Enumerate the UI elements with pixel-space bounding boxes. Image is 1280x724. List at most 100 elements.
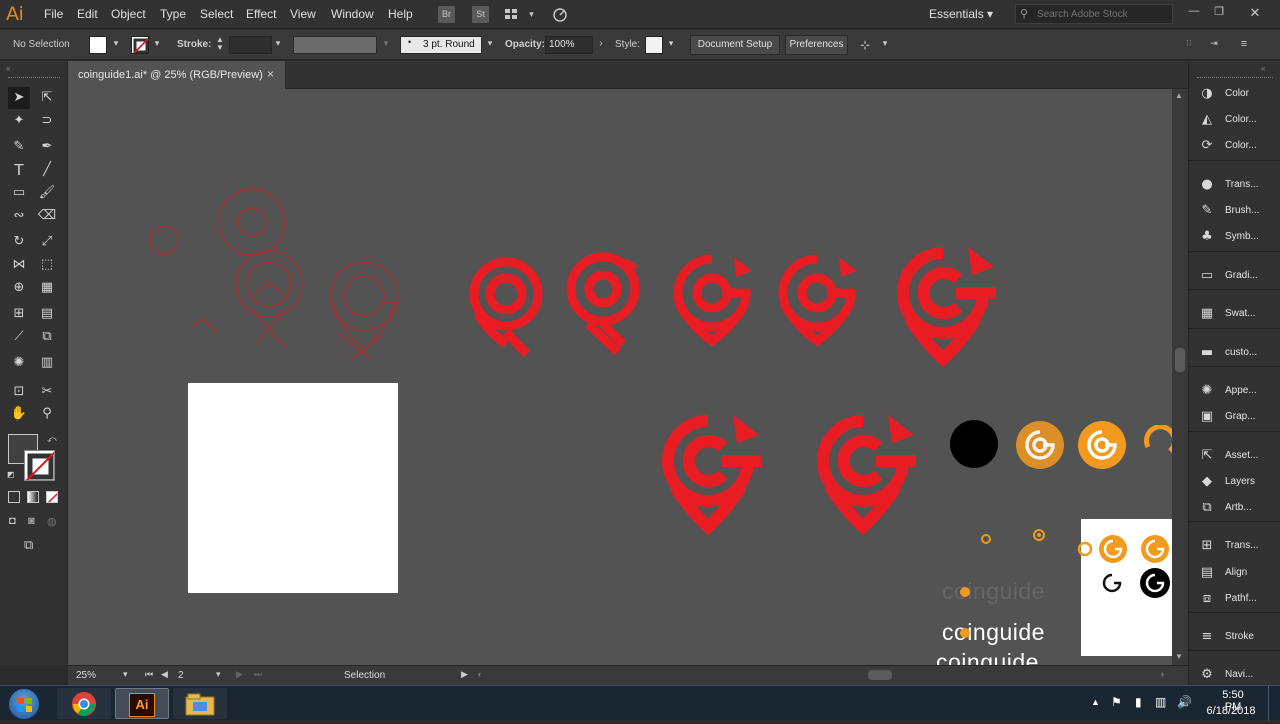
default-colors-icon[interactable]: ◩	[7, 470, 15, 479]
stroke-swatch[interactable]	[131, 36, 149, 54]
mesh-tool-icon[interactable]: ⊞	[8, 303, 30, 325]
panel-item-swatches[interactable]: ▦ Swat...	[1189, 302, 1280, 326]
scroll-left-icon[interactable]: ‹	[478, 669, 481, 679]
last-artboard-icon[interactable]: ⏭	[254, 669, 262, 680]
expand-panels-icon[interactable]: «	[1261, 64, 1265, 73]
artboard-small[interactable]	[1077, 519, 1172, 656]
opacity-field[interactable]: 100%	[545, 36, 593, 54]
symbol-sprayer-tool-icon[interactable]: ✺	[8, 352, 30, 374]
menu-window[interactable]: Window	[331, 7, 374, 21]
panel-item-pathfinder[interactable]: ⧈ Pathf...	[1189, 587, 1280, 611]
illustrator-taskbar-button[interactable]: Ai	[115, 688, 169, 719]
document-setup-button[interactable]: Document Setup	[690, 35, 780, 55]
rotate-tool-icon[interactable]: ↻	[8, 231, 30, 253]
network-icon[interactable]: ▥	[1155, 695, 1166, 709]
panel-item-asset-export[interactable]: ⇱ Asset...	[1189, 444, 1280, 468]
preferences-button[interactable]: Preferences	[785, 35, 848, 55]
artboard-tool-icon[interactable]: ⊡	[8, 381, 30, 403]
minimize-icon[interactable]: —	[1187, 5, 1201, 17]
shaper-tool-icon[interactable]: ∾	[8, 205, 30, 227]
scroll-right-icon[interactable]: ›	[1161, 669, 1164, 679]
control-menu-icon[interactable]: ≡	[1238, 38, 1250, 52]
draw-inside-icon[interactable]: ◍	[47, 515, 57, 528]
chrome-taskbar-button[interactable]	[57, 688, 111, 719]
fill-swatch[interactable]	[89, 36, 107, 54]
opacity-label[interactable]: Opacity:	[505, 39, 545, 50]
line-tool-icon[interactable]: ╱	[36, 159, 58, 181]
chevron-down-icon[interactable]: ▾	[151, 38, 163, 52]
scale-tool-icon[interactable]: ⤢	[36, 231, 58, 253]
panel-item-color-guide[interactable]: ◭ Color...	[1189, 108, 1280, 132]
collapse-arrows-icon[interactable]: «	[6, 64, 10, 73]
status-menu-icon[interactable]: ▶	[461, 669, 468, 680]
magic-wand-tool-icon[interactable]: ✦	[8, 110, 30, 132]
vertical-scroll-thumb[interactable]	[1175, 348, 1185, 372]
lasso-tool-icon[interactable]: ⊃	[36, 110, 58, 132]
bridge-button[interactable]: Br	[438, 6, 455, 23]
panel-item-layers[interactable]: ◆ Layers	[1189, 470, 1280, 494]
direct-selection-tool-icon[interactable]: ⇱	[36, 87, 58, 109]
tray-expand-icon[interactable]: ▲	[1091, 697, 1100, 707]
screen-mode-icon[interactable]: ⧉	[24, 537, 33, 553]
slice-tool-icon[interactable]: ✂	[36, 381, 58, 403]
panel-item-custom[interactable]: ▬ custo...	[1189, 341, 1280, 365]
panel-item-symbols[interactable]: ♣ Symb...	[1189, 225, 1280, 249]
panel-item-artboards[interactable]: ⧉ Artb...	[1189, 496, 1280, 520]
stroke-color-box[interactable]	[24, 450, 55, 481]
paintbrush-tool-icon[interactable]: 🖌	[36, 182, 58, 204]
graph-tool-icon[interactable]: ▥	[36, 352, 58, 374]
menu-view[interactable]: View	[290, 7, 316, 21]
stroke-label[interactable]: Stroke:	[177, 39, 211, 50]
panel-item-color-themes[interactable]: ⟳ Color...	[1189, 134, 1280, 158]
show-desktop-button[interactable]	[1268, 686, 1280, 721]
variable-width-profile[interactable]	[293, 36, 377, 54]
panel-item-align[interactable]: ▤ Align	[1189, 561, 1280, 585]
chevron-down-icon[interactable]: ▾	[123, 669, 128, 680]
horizontal-scroll-thumb[interactable]	[868, 670, 892, 680]
width-tool-icon[interactable]: ⋈	[8, 254, 30, 276]
chevron-down-icon[interactable]: ▾	[380, 38, 392, 52]
chevron-down-icon[interactable]: ▾	[272, 38, 284, 52]
expand-panel-icon[interactable]: ⇥	[1208, 38, 1220, 52]
zoom-level[interactable]: 25%	[76, 670, 121, 684]
panel-item-graphic-styles[interactable]: ▣ Grap...	[1189, 405, 1280, 429]
gradient-tool-icon[interactable]: ▤	[36, 303, 58, 325]
close-tab-icon[interactable]: ×	[267, 67, 274, 81]
pen-tool-icon[interactable]: ✎	[8, 136, 30, 158]
type-tool-icon[interactable]: T	[8, 159, 30, 181]
vertical-scrollbar[interactable]: ▲ ▼	[1172, 89, 1188, 665]
artboard-number[interactable]: 2	[178, 670, 184, 681]
search-input[interactable]	[1037, 7, 1169, 21]
chevron-down-icon[interactable]: ▾	[523, 6, 540, 23]
chevron-down-icon[interactable]: ▾	[484, 38, 496, 52]
gradient-mode-icon[interactable]	[27, 491, 39, 503]
menu-object[interactable]: Object	[111, 7, 146, 21]
restore-icon[interactable]: ❐	[1212, 5, 1226, 18]
stepper-icon[interactable]: ▲ ▼	[214, 36, 226, 52]
gpu-performance-icon[interactable]	[551, 6, 568, 23]
menu-select[interactable]: Select	[200, 7, 233, 21]
rectangle-tool-icon[interactable]: ▭	[8, 182, 30, 204]
panel-item-color[interactable]: ◑ Color	[1189, 82, 1280, 106]
chevron-down-icon[interactable]: ▾	[665, 38, 677, 52]
stock-search[interactable]: ⚲	[1015, 4, 1173, 24]
panel-item-gradient[interactable]: ▭ Gradi...	[1189, 264, 1280, 288]
stroke-weight-field[interactable]	[229, 36, 272, 54]
shape-builder-tool-icon[interactable]: ⊕	[8, 277, 30, 299]
eraser-tool-icon[interactable]: ⌫	[36, 205, 58, 227]
align-to-icon[interactable]: ⊹	[859, 38, 871, 52]
color-mode-icon[interactable]	[8, 491, 20, 503]
curvature-tool-icon[interactable]: ✒	[36, 136, 58, 158]
next-artboard-icon[interactable]: ▶	[236, 669, 243, 680]
panel-item-navigator[interactable]: ⚙ Navi...	[1189, 663, 1280, 687]
selection-tool-icon[interactable]: ➤	[8, 87, 30, 109]
zoom-tool-icon[interactable]: ⚲	[36, 403, 58, 425]
previous-artboard-icon[interactable]: ◀	[161, 669, 168, 680]
panel-item-appearance[interactable]: ✺ Appe...	[1189, 379, 1280, 403]
document-tab[interactable]: coinguide1.ai* @ 25% (RGB/Preview) ×	[68, 61, 286, 89]
eyedropper-tool-icon[interactable]: ⟋	[8, 326, 30, 348]
start-button[interactable]	[8, 688, 40, 720]
menu-effect[interactable]: Effect	[246, 7, 276, 21]
stock-button[interactable]: St	[472, 6, 489, 23]
brush-definition[interactable]: • 3 pt. Round	[400, 36, 482, 54]
